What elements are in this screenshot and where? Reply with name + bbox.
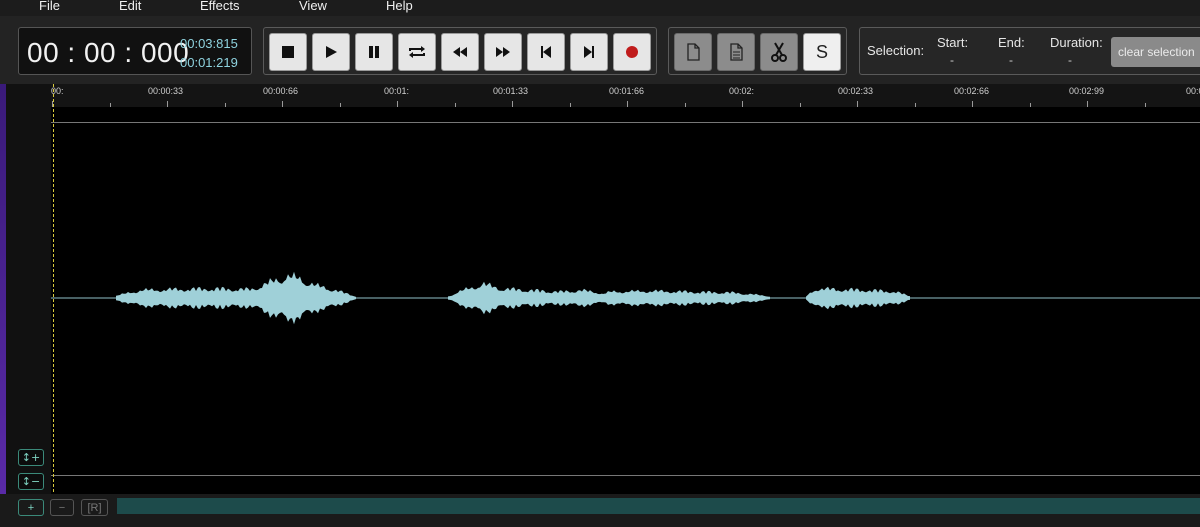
- play-button[interactable]: [312, 33, 350, 71]
- vertical-zoom-in-button[interactable]: ↕+: [18, 449, 44, 466]
- s-button-label: S: [815, 41, 828, 62]
- play-icon: [326, 46, 337, 58]
- secondary-time: 00:01:219: [180, 55, 238, 70]
- skip-to-start-button[interactable]: [527, 33, 565, 71]
- pause-icon: [369, 46, 379, 58]
- time-display: 00 : 00 : 000 00:03:815 00:01:219: [18, 27, 252, 75]
- vertical-zoom-out-button[interactable]: ↕−: [18, 473, 44, 490]
- ruler-label: 00:02:: [729, 86, 755, 96]
- s-button[interactable]: S: [803, 33, 841, 71]
- waveform-track[interactable]: [51, 107, 1200, 494]
- selection-panel: Selection: Start: - End: - Duration: - c…: [859, 27, 1200, 75]
- ruler-label: 00:01:33: [493, 86, 529, 96]
- pause-button[interactable]: [355, 33, 393, 71]
- menu-effects[interactable]: Effects: [200, 0, 240, 13]
- ruler-label: 00:01:: [384, 86, 410, 96]
- selection-end-label: End:: [998, 35, 1025, 50]
- selection-duration-value: -: [1068, 53, 1072, 67]
- horizontal-scrollbar[interactable]: [117, 498, 1200, 514]
- selection-start-value: -: [950, 53, 954, 67]
- copy-button[interactable]: [674, 33, 712, 71]
- rewind-button[interactable]: [441, 33, 479, 71]
- selection-duration-label: Duration:: [1050, 35, 1103, 50]
- ruler-label: 00:02:33: [838, 86, 874, 96]
- transport-controls: [263, 27, 657, 75]
- fast-forward-icon: [496, 47, 510, 57]
- menu-view[interactable]: View: [299, 0, 327, 13]
- cut-button[interactable]: [760, 33, 798, 71]
- loop-icon: [409, 46, 425, 58]
- bottom-bar: + − [R]: [0, 494, 1200, 527]
- skip-to-start-icon: [541, 46, 551, 58]
- ruler-label: 00:01:66: [609, 86, 645, 96]
- menu-file[interactable]: File: [39, 0, 60, 13]
- current-time: 00 : 00 : 000: [27, 37, 190, 68]
- selection-title: Selection:: [867, 43, 925, 58]
- record-icon: [626, 46, 638, 58]
- copy-icon: [687, 43, 700, 61]
- scissors-icon: [771, 42, 787, 62]
- timeline-ruler[interactable]: 00: 00:00:33 00:00:66 00:01: 00:01:33 00…: [51, 84, 1200, 107]
- stop-button[interactable]: [269, 33, 307, 71]
- selection-end-value: -: [1009, 53, 1013, 67]
- skip-to-end-button[interactable]: [570, 33, 608, 71]
- edit-controls: S: [668, 27, 847, 75]
- paste-icon: [730, 43, 743, 61]
- record-button[interactable]: [613, 33, 651, 71]
- skip-to-end-icon: [584, 46, 594, 58]
- zoom-reset-button[interactable]: [R]: [81, 499, 108, 516]
- stop-icon: [282, 46, 294, 58]
- ruler-label: 00:00:33: [148, 86, 184, 96]
- loop-button[interactable]: [398, 33, 436, 71]
- ruler-label: 00:00:66: [263, 86, 299, 96]
- paste-button[interactable]: [717, 33, 755, 71]
- ruler-label: 00:02:66: [954, 86, 990, 96]
- ruler-label: 00:02:99: [1069, 86, 1105, 96]
- ruler-label: 00:03:: [1186, 86, 1200, 96]
- zoom-in-button[interactable]: +: [18, 499, 44, 516]
- zoom-out-button[interactable]: −: [50, 499, 74, 516]
- menu-help[interactable]: Help: [386, 0, 413, 13]
- menu-bar: File Edit Effects View Help: [0, 0, 1200, 16]
- fast-forward-button[interactable]: [484, 33, 522, 71]
- clear-selection-button[interactable]: clear selection: [1111, 37, 1200, 67]
- rewind-icon: [453, 47, 467, 57]
- menu-edit[interactable]: Edit: [119, 0, 141, 13]
- playhead-marker[interactable]: [53, 84, 54, 527]
- toolbar: 00 : 00 : 000 00:03:815 00:01:219 S Sele…: [0, 16, 1200, 84]
- waveform: [51, 271, 1200, 325]
- total-duration: 00:03:815: [180, 36, 238, 51]
- selection-start-label: Start:: [937, 35, 969, 50]
